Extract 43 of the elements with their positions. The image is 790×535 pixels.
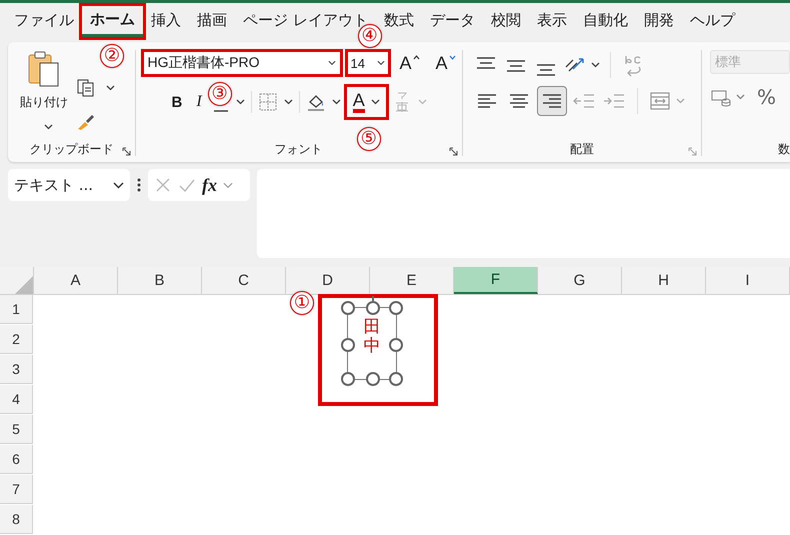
ribbon-tab[interactable]: データ <box>422 7 483 35</box>
ribbon-tab[interactable]: 開発 <box>636 7 682 35</box>
callout-number: ④ <box>358 24 382 48</box>
ribbon-tab[interactable]: 自動化 <box>574 7 636 35</box>
column-header[interactable]: I <box>706 267 790 294</box>
column-header[interactable]: A <box>34 267 118 294</box>
ribbon-tab[interactable]: ファイル <box>6 7 82 35</box>
row-header[interactable]: 1 <box>0 295 33 324</box>
group-label: フォント <box>274 141 323 158</box>
column-header[interactable]: B <box>118 267 202 294</box>
font-name-field[interactable]: HG正楷書体-PRO <box>144 52 340 74</box>
callout-number: ⑤ <box>356 127 381 151</box>
row-header[interactable]: 6 <box>0 445 33 474</box>
group-label: 配置 <box>570 141 594 158</box>
row-header[interactable]: 7 <box>0 475 33 504</box>
ribbon-tab[interactable]: 校閲 <box>482 7 529 35</box>
row-header[interactable]: 5 <box>0 415 33 444</box>
ribbon-tab[interactable]: 挿入 <box>143 7 189 35</box>
percent-style-button[interactable]: % <box>756 85 776 109</box>
font-size-field[interactable]: 14 <box>348 52 388 74</box>
callout-number: ③ <box>208 82 232 106</box>
callout-number: ① <box>290 291 314 315</box>
paste-button[interactable]: 貼り付け <box>20 50 68 132</box>
column-header[interactable]: C <box>202 267 286 294</box>
italic-button[interactable]: I <box>192 93 206 111</box>
row-header[interactable]: 8 <box>0 505 33 534</box>
column-header[interactable]: G <box>538 267 622 294</box>
column-header[interactable]: F <box>454 267 538 294</box>
ribbon-tab[interactable]: 表示 <box>528 7 575 35</box>
row-header[interactable]: 4 <box>0 385 33 414</box>
decrease-font-size-button[interactable]: A <box>432 52 460 74</box>
insert-function-button[interactable]: fx <box>202 174 217 196</box>
column-header[interactable]: H <box>622 267 706 294</box>
group-label: 数 <box>778 141 790 158</box>
row-header[interactable]: 2 <box>0 325 33 354</box>
bold-button[interactable]: B <box>168 94 186 110</box>
name-box[interactable]: テキスト ... <box>8 169 130 201</box>
increase-font-size-button[interactable]: A <box>396 52 424 74</box>
group-label: クリップボード <box>29 141 114 158</box>
row-header[interactable]: 3 <box>0 355 33 384</box>
ribbon-tab[interactable]: ヘルプ <box>682 7 743 35</box>
font-color-button[interactable]: A <box>346 87 386 117</box>
ribbon-tab[interactable]: 描画 <box>189 7 235 35</box>
